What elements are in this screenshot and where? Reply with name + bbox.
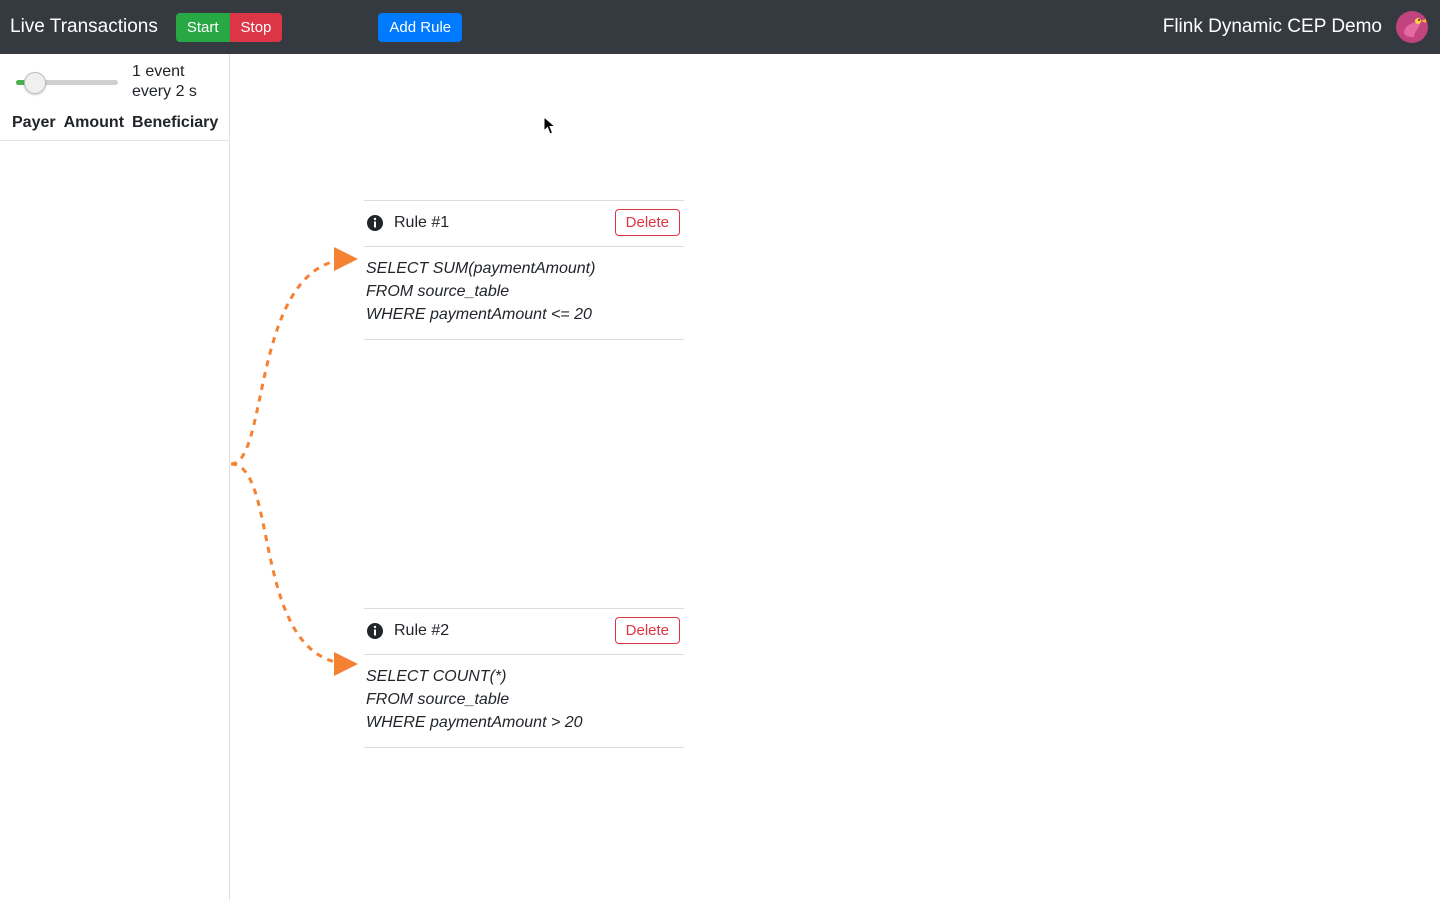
delete-rule-button[interactable]: Delete (615, 209, 680, 236)
col-header-beneficiary: Beneficiary (128, 112, 222, 134)
event-rate-slider[interactable] (12, 70, 122, 94)
event-rate-line2: every 2 s (132, 82, 197, 102)
rule-query-line: WHERE paymentAmount > 20 (366, 711, 682, 734)
sidebar: 1 event every 2 s Payer Amount Beneficia… (0, 54, 230, 900)
event-rate-label: 1 event every 2 s (132, 62, 197, 102)
stop-button[interactable]: Stop (230, 13, 283, 42)
rule-query-line: SELECT SUM(paymentAmount) (366, 257, 682, 280)
nav-right-title: Flink Dynamic CEP Demo (1163, 16, 1382, 38)
transactions-table-header: Payer Amount Beneficiary (0, 106, 229, 141)
main-canvas: Rule #1 Delete SELECT SUM(paymentAmount)… (230, 54, 1440, 900)
col-header-payer: Payer (8, 112, 60, 134)
rule-query: SELECT COUNT(*) FROM source_table WHERE … (364, 655, 684, 748)
col-header-amount: Amount (60, 112, 128, 134)
connector-lines (230, 54, 630, 900)
nav-left-title: Live Transactions (10, 16, 158, 38)
rule-title: Rule #1 (394, 214, 615, 232)
start-stop-group: Start Stop (176, 13, 283, 42)
rule-query-line: WHERE paymentAmount <= 20 (366, 303, 682, 326)
delete-rule-button[interactable]: Delete (615, 617, 680, 644)
info-icon[interactable] (366, 214, 384, 232)
flink-logo-icon (1394, 9, 1430, 45)
rule-query-line: FROM source_table (366, 688, 682, 711)
event-rate-line1: 1 event (132, 62, 197, 82)
mouse-cursor-icon (543, 116, 557, 136)
rule-card-1: Rule #1 Delete SELECT SUM(paymentAmount)… (364, 200, 684, 340)
rule-title: Rule #2 (394, 622, 615, 640)
rule-query-line: FROM source_table (366, 280, 682, 303)
start-button[interactable]: Start (176, 13, 230, 42)
add-rule-button[interactable]: Add Rule (378, 13, 462, 42)
navbar: Live Transactions Start Stop Add Rule Fl… (0, 0, 1440, 54)
rule-query-line: SELECT COUNT(*) (366, 665, 682, 688)
rule-card-2: Rule #2 Delete SELECT COUNT(*) FROM sour… (364, 608, 684, 748)
rule-query: SELECT SUM(paymentAmount) FROM source_ta… (364, 247, 684, 340)
info-icon[interactable] (366, 622, 384, 640)
